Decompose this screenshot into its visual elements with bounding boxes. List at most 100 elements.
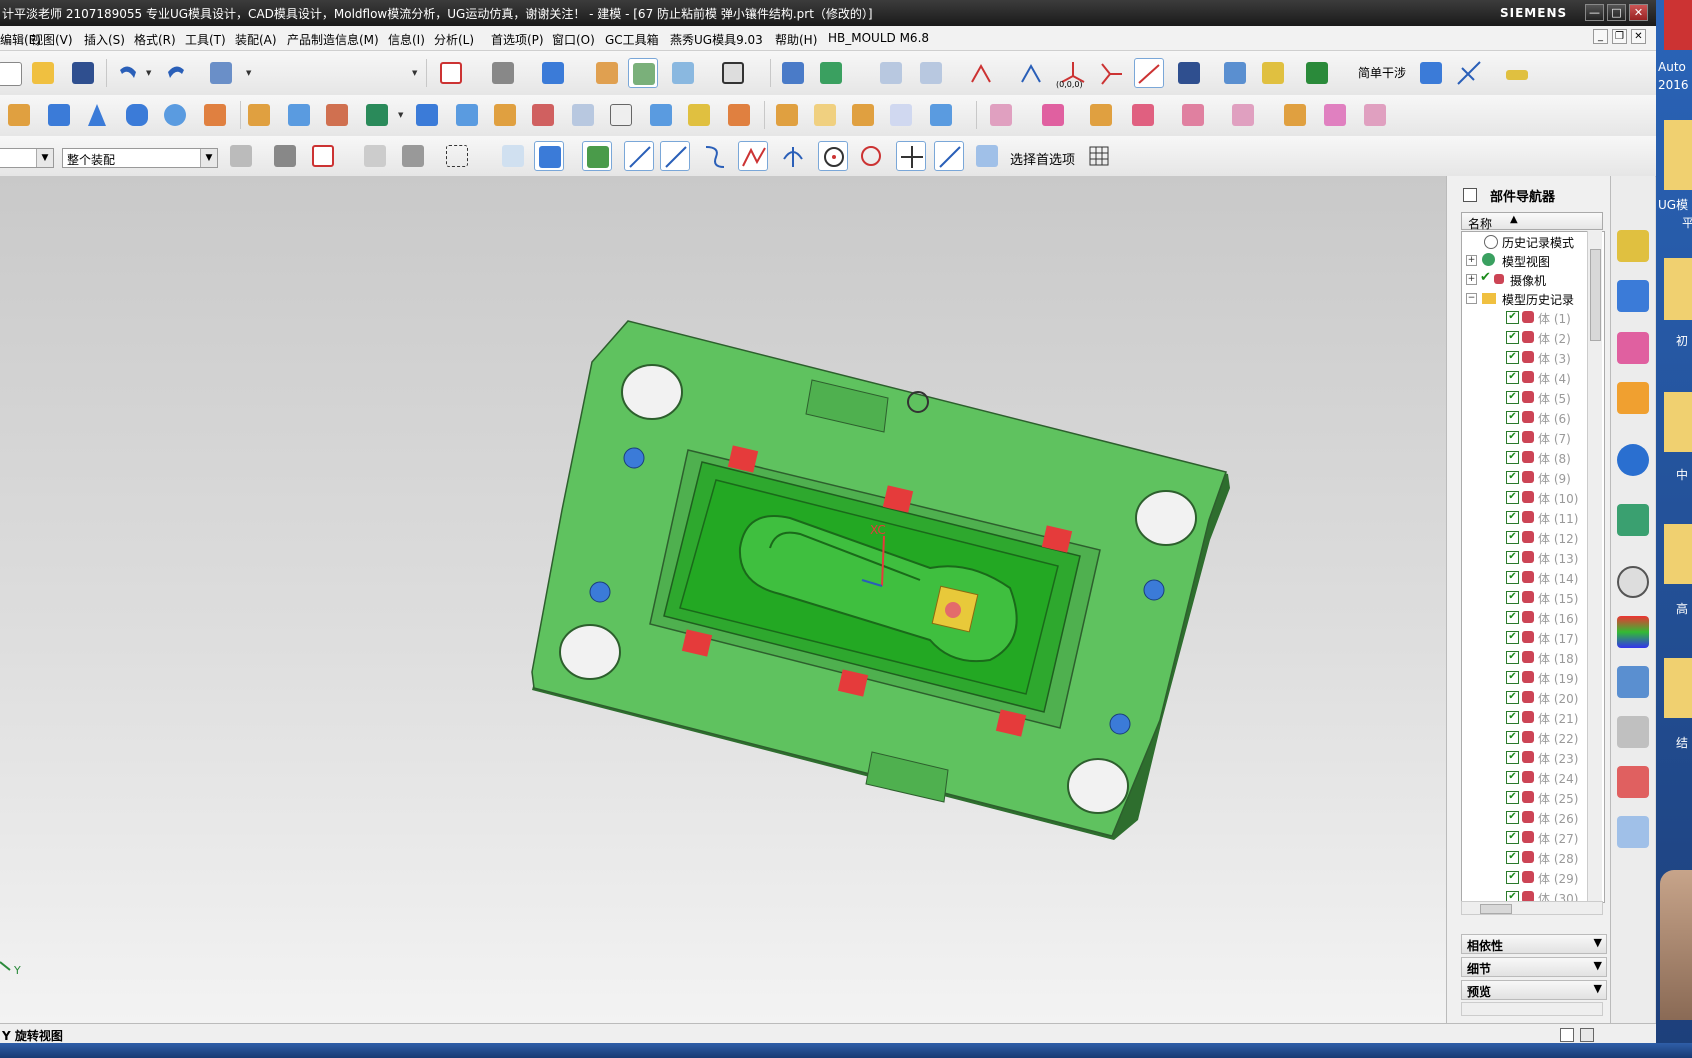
hole-icon[interactable] [362, 100, 392, 130]
menu-info[interactable]: 信息(I) [388, 31, 425, 48]
grid-icon[interactable] [1084, 141, 1114, 171]
point-on-curve-icon[interactable] [934, 141, 964, 171]
display-box-icon[interactable] [718, 58, 748, 88]
mold-tool-1-icon[interactable] [986, 100, 1016, 130]
mold-tool-4-icon[interactable] [1128, 100, 1158, 130]
reuse-library-icon[interactable] [1617, 382, 1649, 414]
visibility-checkbox[interactable]: ✔ [1506, 471, 1519, 484]
visibility-checkbox[interactable]: ✔ [1506, 491, 1519, 504]
sew-icon[interactable] [724, 100, 754, 130]
split-body-icon[interactable] [528, 100, 558, 130]
navigator-tree[interactable]: 历史记录模式 + 模型视图 + ✔ 摄像机 − 模型历史记录 ✔ 体 (1) ✔ 体 … [1461, 231, 1605, 903]
visibility-checkbox[interactable]: ✔ [1506, 331, 1519, 344]
visibility-checkbox[interactable]: ✔ [1506, 371, 1519, 384]
extract-face-icon[interactable] [810, 100, 840, 130]
clearance-icon[interactable] [1454, 58, 1484, 88]
shaded-display-icon[interactable] [538, 58, 568, 88]
section-view-icon[interactable] [816, 58, 846, 88]
intersection-point-icon[interactable] [738, 141, 768, 171]
menu-help[interactable]: 帮助(H) [775, 31, 817, 48]
visibility-checkbox[interactable]: ✔ [1506, 311, 1519, 324]
mold-tool-2-icon[interactable] [1038, 100, 1068, 130]
sketch-icon[interactable] [772, 100, 802, 130]
interference-icon[interactable] [1416, 58, 1446, 88]
mold-tool-5-icon[interactable] [1178, 100, 1208, 130]
shell-icon[interactable] [322, 100, 352, 130]
palette-icon[interactable] [1617, 616, 1649, 648]
mirror-icon[interactable] [778, 58, 808, 88]
menu-yanxiu[interactable]: 燕秀UG模具9.03 [670, 31, 763, 48]
hole-dropdown-icon[interactable]: ▼ [398, 100, 405, 130]
edge-display-icon[interactable] [592, 58, 622, 88]
undo-dropdown-icon[interactable]: ▼ [146, 58, 153, 88]
pattern-icon[interactable] [412, 100, 442, 130]
visibility-checkbox[interactable]: ✔ [1506, 771, 1519, 784]
visibility-checkbox[interactable]: ✔ [1506, 751, 1519, 764]
scroll-thumb[interactable] [1590, 249, 1601, 341]
details-section[interactable]: 细节 ▼ [1461, 957, 1607, 977]
roles-icon[interactable] [1617, 816, 1649, 848]
panel-horizontal-scrollbar[interactable] [1461, 1002, 1603, 1016]
section-curve-icon[interactable] [848, 100, 878, 130]
visibility-checkbox[interactable]: ✔ [1506, 731, 1519, 744]
folder-shortcut-icon[interactable] [1664, 524, 1692, 584]
mold-tool-7-icon[interactable] [1280, 100, 1310, 130]
shade-check-icon[interactable] [886, 100, 916, 130]
point-snap-enable-icon[interactable] [582, 141, 612, 171]
visibility-checkbox[interactable]: ✔ [1506, 871, 1519, 884]
new-file-icon[interactable] [0, 58, 24, 88]
measure-distance-icon[interactable] [1220, 58, 1250, 88]
control-point-icon[interactable] [700, 141, 730, 171]
visibility-checkbox[interactable]: ✔ [1506, 511, 1519, 524]
folder-shortcut-icon[interactable] [1664, 258, 1692, 320]
navigator-pin-icon[interactable] [1463, 188, 1477, 202]
menu-format[interactable]: 格式(R) [134, 31, 176, 48]
tube-icon[interactable] [160, 100, 190, 130]
constraint-icon[interactable] [360, 141, 390, 171]
menu-analysis[interactable]: 分析(L) [434, 31, 474, 48]
assembly-navigator-icon[interactable] [1617, 230, 1649, 262]
visibility-checkbox[interactable]: ✔ [1506, 691, 1519, 704]
delete-body-icon[interactable] [606, 100, 636, 130]
undo-icon[interactable] [112, 58, 142, 88]
point-on-face-icon[interactable] [972, 141, 1002, 171]
visibility-checkbox[interactable]: ✔ [1506, 711, 1519, 724]
minimize-button[interactable]: — [1585, 4, 1604, 21]
process-studio-icon[interactable] [1617, 666, 1649, 698]
background-icon[interactable] [628, 58, 658, 88]
save-wcs-icon[interactable] [1174, 58, 1204, 88]
wcs-orient-icon[interactable] [1096, 58, 1126, 88]
preview-section[interactable]: 预览 ▼ [1461, 980, 1607, 1000]
menu-preferences[interactable]: 首选项(P) [491, 31, 544, 48]
measure-angle-icon[interactable] [1258, 58, 1288, 88]
visibility-checkbox[interactable]: ✔ [1506, 391, 1519, 404]
folder-shortcut-icon[interactable] [1664, 658, 1692, 718]
draft-icon[interactable] [284, 100, 314, 130]
general-filter-icon[interactable] [226, 141, 256, 171]
select-prefs-label[interactable]: 选择首选项 [1010, 149, 1075, 168]
point-snap-icon[interactable] [308, 141, 338, 171]
history-clock-icon[interactable] [1617, 566, 1649, 598]
wcs-icon[interactable] [966, 58, 996, 88]
fit-view-icon[interactable] [436, 58, 466, 88]
circle-center-icon[interactable] [818, 141, 848, 171]
graphics-viewport[interactable]: XC Y [0, 176, 1446, 1023]
simple-interference-label[interactable]: 简单干涉 [1358, 64, 1406, 81]
box-select-icon[interactable] [442, 141, 472, 171]
folder-shortcut-icon[interactable] [1664, 120, 1692, 190]
end-point-icon[interactable] [624, 141, 654, 171]
replace-face-icon[interactable] [646, 100, 676, 130]
select-bodies-icon[interactable] [534, 141, 564, 171]
type-filter-combo[interactable]: ▼ [0, 148, 54, 168]
menu-hb-mould[interactable]: HB_MOULD M6.8 [828, 31, 929, 45]
move-face-icon[interactable] [452, 100, 482, 130]
play-animation-icon[interactable] [1302, 58, 1332, 88]
sort-ascending-icon[interactable]: ▲ [1510, 214, 1518, 225]
web-browser-icon[interactable] [1617, 504, 1649, 536]
save-icon[interactable] [68, 58, 98, 88]
layer-settings-icon[interactable] [876, 58, 906, 88]
mold-tool-9-icon[interactable] [1360, 100, 1390, 130]
ruler-icon[interactable] [1502, 58, 1532, 88]
visibility-checkbox[interactable]: ✔ [1506, 411, 1519, 424]
autocad-shortcut-icon[interactable] [1664, 0, 1692, 50]
